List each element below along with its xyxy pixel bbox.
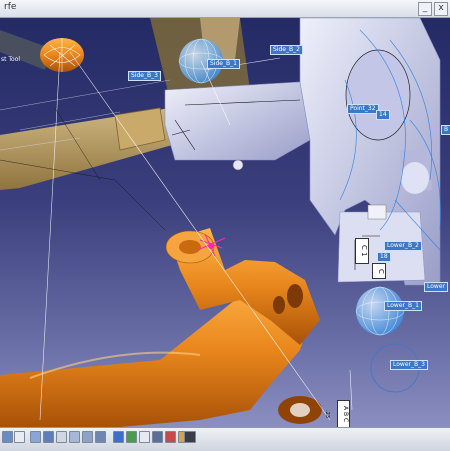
shading-icon[interactable] [113,431,124,443]
lower-ball-joint-sphere [356,287,404,335]
tag-value-18[interactable]: 18 [377,252,391,262]
close-button[interactable]: x [434,2,448,16]
viewport-tool-label: st Tool [1,56,21,63]
annotation-small-value: .23 [324,410,330,418]
tag-side-b3[interactable]: Side_B_3 [128,71,161,81]
rotate-icon[interactable] [43,431,54,443]
fit-all-icon[interactable] [14,431,25,443]
tag-side-b1[interactable]: Side_B_1 [207,59,240,69]
tag-lower-right[interactable]: Lower [424,282,448,292]
iso-view-icon[interactable] [95,431,106,443]
tag-point-32[interactable]: Point_32 [347,104,379,114]
annotation-stack-c: C [372,263,386,279]
scene-graphics [0,18,441,427]
hide-show-icon[interactable] [126,431,137,443]
view-icon[interactable] [2,431,13,443]
tag-lower-b2[interactable]: Lower_B_2 [384,241,422,251]
tag-value-14[interactable]: 14 [376,110,390,120]
measure-icon[interactable] [152,431,163,443]
annotation-abc: A B C [337,400,350,427]
minimize-button[interactable]: _ [418,2,432,16]
window-title: rfe [4,2,17,12]
tag-side-b2[interactable]: Side_B_2 [270,45,303,55]
color-icon[interactable] [165,431,176,443]
knuckle-arm [164,81,311,161]
zoom-out-icon[interactable] [69,431,80,443]
annotation-stack-c1: C 1 [355,238,369,264]
bottom-toolbar [0,427,450,451]
pan-icon[interactable] [30,431,41,443]
camera-icon[interactable] [184,431,196,443]
title-bar: rfe _ x [0,0,450,18]
normal-view-icon[interactable] [82,431,93,443]
tag-right-b[interactable]: B [441,125,450,135]
3d-viewport[interactable]: st Tool Side_B_2 Side_B_3 Side_B_1 Point… [0,18,450,427]
zoom-in-icon[interactable] [56,431,67,443]
swap-icon[interactable] [139,431,150,443]
tag-lower-b3[interactable]: Lower_B_3 [390,360,428,370]
tag-lower-b1[interactable]: Lower_B_1 [384,301,422,311]
